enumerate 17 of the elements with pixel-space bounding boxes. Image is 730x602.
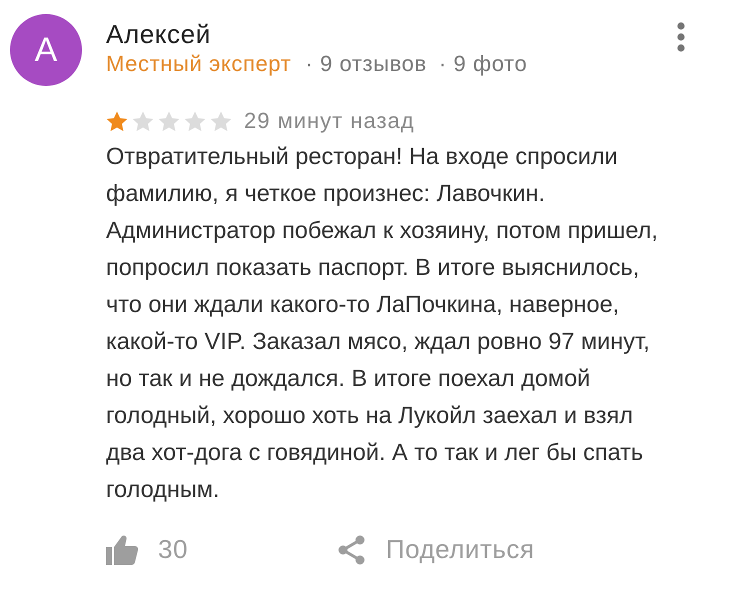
more-options-icon[interactable] xyxy=(676,22,686,52)
share-button[interactable]: Поделиться xyxy=(338,534,534,565)
thumbs-up-icon xyxy=(106,534,138,564)
author-stat: · 9 фото xyxy=(438,50,528,78)
review-text: Отвратительный ресторан! На входе спросили фамилию, я четкое произнес: Лавочкин. Администратор побежал к хозяину, потом пришел, попросил показать паспорт. В итоге выяснилось, что они ждали какого-то ЛаПочкина, наверное, какой-то VIP. Заказал мясо, ждал ровно 97 минут, но так и не дождался. В итоге поехал домой голодный, хорошо хоть на Лукойл заехал и взял два хот-дога с говядиной. А то так и лег бы спать голодным. xyxy=(106,142,659,504)
star-icon xyxy=(158,110,180,132)
like-button[interactable]: 30 xyxy=(106,534,188,565)
share-icon xyxy=(338,534,366,564)
star-icon xyxy=(132,110,154,132)
local-expert-label: Местный эксперт xyxy=(106,50,292,78)
star-icon xyxy=(106,110,128,132)
star-icon xyxy=(210,110,232,132)
author-name[interactable]: Алексей xyxy=(106,18,211,50)
review-time: 29 минут назад xyxy=(244,108,415,134)
avatar-icon: А xyxy=(10,14,82,86)
star-icon xyxy=(184,110,206,132)
author-stat: · 9 отзывов xyxy=(305,50,427,78)
